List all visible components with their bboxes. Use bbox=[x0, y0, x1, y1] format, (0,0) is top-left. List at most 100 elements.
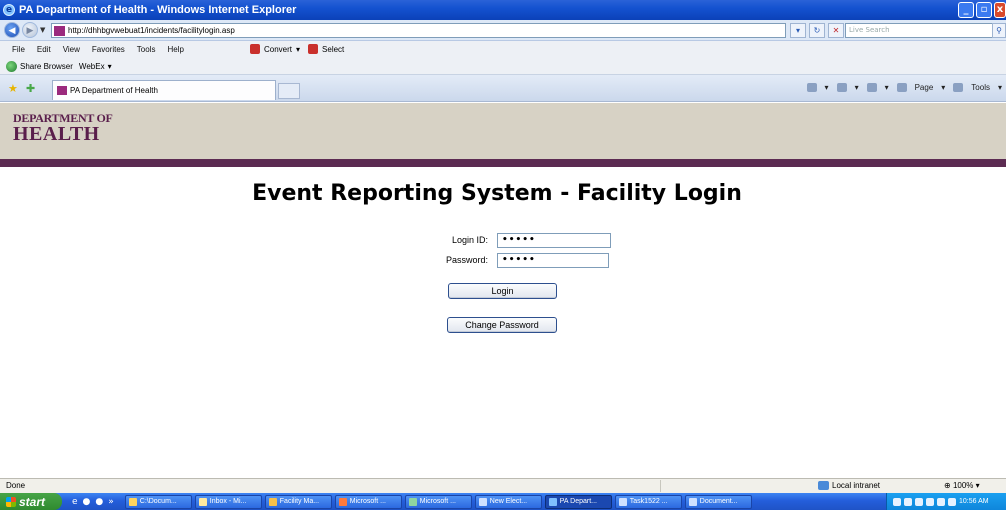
print-dropdown-icon[interactable]: ▾ bbox=[885, 83, 889, 92]
taskbar-item-microsoft-1[interactable]: Microsoft ... bbox=[334, 494, 402, 509]
word-icon bbox=[618, 497, 627, 506]
menu-edit[interactable]: Edit bbox=[37, 45, 51, 54]
ie-quicklaunch-icon[interactable]: e bbox=[72, 497, 78, 507]
password-row: Password: ••••• bbox=[0, 253, 1006, 269]
task-label: Microsoft ... bbox=[349, 497, 386, 505]
share-browser-icon bbox=[6, 60, 17, 72]
select-button[interactable]: Select bbox=[322, 45, 344, 54]
start-button[interactable]: start bbox=[0, 493, 62, 510]
access-icon bbox=[268, 497, 277, 506]
change-password-button[interactable]: Change Password bbox=[447, 317, 557, 333]
taskbar-item-microsoft-2[interactable]: Microsoft ... bbox=[404, 494, 472, 509]
taskbar-item-task1522[interactable]: Task1522 ... bbox=[614, 494, 682, 509]
tab-favicon-icon bbox=[57, 86, 67, 95]
forward-arrow-icon[interactable]: ▶ bbox=[22, 22, 38, 38]
tools-dropdown-icon[interactable]: ▾ bbox=[998, 83, 1002, 92]
share-browser-button[interactable]: Share Browser bbox=[6, 60, 73, 72]
page-dropdown-icon[interactable]: ▾ bbox=[941, 83, 945, 92]
taskbar-item-new-elect[interactable]: New Elect... bbox=[474, 494, 542, 509]
task-label: Microsoft ... bbox=[419, 497, 456, 505]
window-controls: _ ▫ x bbox=[958, 2, 1006, 18]
select-pdf-icon bbox=[308, 44, 319, 54]
favorites-star-icon[interactable]: ★ bbox=[8, 82, 18, 95]
tray-icon[interactable] bbox=[948, 497, 956, 506]
tray-icon[interactable] bbox=[926, 497, 934, 506]
search-icon[interactable]: ⚲ bbox=[992, 23, 1006, 38]
tray-icon[interactable] bbox=[893, 497, 901, 506]
window-title: PA Department of Health - Windows Intern… bbox=[19, 4, 297, 16]
tools-menu[interactable]: Tools bbox=[971, 83, 990, 92]
address-tools: ▾ ↻ ✕ bbox=[790, 23, 844, 38]
home-dropdown-icon[interactable]: ▾ bbox=[825, 83, 829, 92]
home-icon[interactable] bbox=[806, 83, 817, 92]
mail-icon bbox=[198, 497, 207, 506]
quick-launch: e ● ● » bbox=[72, 497, 114, 507]
close-button[interactable]: x bbox=[994, 2, 1006, 18]
address-dropdown-icon[interactable]: ▾ bbox=[790, 23, 806, 38]
webex-label: WebEx bbox=[78, 61, 105, 71]
minimize-button[interactable]: _ bbox=[958, 2, 974, 18]
security-zone[interactable]: Local intranet bbox=[818, 481, 880, 490]
refresh-icon[interactable]: ↻ bbox=[809, 23, 825, 38]
convert-dropdown-icon[interactable]: ▾ bbox=[296, 45, 300, 54]
page-menu[interactable]: Page bbox=[915, 83, 934, 92]
login-id-row: Login ID: ••••• bbox=[0, 233, 1006, 249]
taskbar-item-pa-depart[interactable]: PA Depart... bbox=[544, 494, 612, 509]
site-header: DEPARTMENT OF HEALTH bbox=[0, 103, 1006, 159]
task-label: Document... bbox=[699, 497, 738, 505]
stop-icon[interactable]: ✕ bbox=[828, 23, 844, 38]
search-input[interactable]: Live Search bbox=[845, 23, 995, 38]
share-browser-label: Share Browser bbox=[20, 61, 73, 71]
task-label: Facility Ma... bbox=[279, 497, 320, 505]
convert-button[interactable]: Convert bbox=[264, 45, 292, 54]
zoom-control[interactable]: ⊕ 100% ▾ bbox=[944, 481, 980, 490]
desktop-quicklaunch-icon[interactable]: ● bbox=[95, 497, 103, 507]
system-tray: 10:56 AM bbox=[886, 493, 1006, 510]
tab-pa-department-of-health[interactable]: PA Department of Health bbox=[52, 80, 276, 100]
zoom-dropdown-icon: ▾ bbox=[975, 481, 980, 490]
taskbar-item-explorer[interactable]: C:\Docum... bbox=[124, 494, 192, 509]
taskbar-item-document[interactable]: Document... bbox=[684, 494, 752, 509]
folder-icon bbox=[128, 497, 137, 506]
taskbar: start e ● ● » C:\Docum... Inbox - Mi... … bbox=[0, 493, 1006, 510]
clock[interactable]: 10:56 AM bbox=[959, 498, 989, 505]
menu-view[interactable]: View bbox=[63, 45, 80, 54]
tray-icon[interactable] bbox=[937, 497, 945, 506]
feeds-dropdown-icon[interactable]: ▾ bbox=[855, 83, 859, 92]
tray-icon[interactable] bbox=[915, 497, 923, 506]
command-bar: ▾ ▾ ▾ Page ▾ Tools ▾ bbox=[806, 83, 1002, 92]
ie-logo-icon: e bbox=[3, 4, 15, 16]
menu-tools[interactable]: Tools bbox=[137, 45, 156, 54]
department-of-health-logo: DEPARTMENT OF HEALTH bbox=[13, 112, 113, 144]
taskbar-item-inbox[interactable]: Inbox - Mi... bbox=[194, 494, 262, 509]
menu-help[interactable]: Help bbox=[167, 45, 183, 54]
tray-icon[interactable] bbox=[904, 497, 912, 506]
start-label: start bbox=[19, 494, 46, 509]
task-label: Task1522 ... bbox=[629, 497, 668, 505]
zoom-level: 100% bbox=[952, 481, 974, 490]
history-dropdown-icon[interactable]: ▼ bbox=[40, 26, 45, 34]
menu-file[interactable]: File bbox=[12, 45, 25, 54]
status-panes bbox=[660, 480, 810, 492]
feeds-icon[interactable] bbox=[836, 83, 847, 92]
page-title: Event Reporting System - Facility Login bbox=[252, 181, 742, 206]
status-text: Done bbox=[6, 481, 26, 490]
print-icon[interactable] bbox=[866, 83, 877, 92]
quicklaunch-more-icon[interactable]: » bbox=[108, 497, 114, 507]
maximize-button[interactable]: ▫ bbox=[976, 2, 992, 18]
outlook-quicklaunch-icon[interactable]: ● bbox=[83, 497, 91, 507]
menu-favorites[interactable]: Favorites bbox=[92, 45, 125, 54]
add-favorites-icon[interactable]: ✚ bbox=[26, 82, 35, 95]
convert-pdf-icon bbox=[250, 44, 260, 54]
address-input[interactable]: http://dhhbgvwebuat1/incidents/facilityl… bbox=[51, 23, 786, 38]
task-label: PA Depart... bbox=[559, 497, 598, 505]
webex-button[interactable]: WebEx ▾ bbox=[79, 62, 112, 71]
new-tab-button[interactable] bbox=[278, 83, 300, 99]
back-arrow-icon[interactable]: ◀ bbox=[4, 22, 20, 38]
webex-dropdown-icon: ▾ bbox=[107, 61, 112, 71]
taskbar-item-facility[interactable]: Facility Ma... bbox=[264, 494, 332, 509]
login-id-input[interactable]: ••••• bbox=[497, 233, 611, 248]
password-input[interactable]: ••••• bbox=[497, 253, 609, 268]
status-bar: Done Local intranet ⊕ 100% ▾ bbox=[0, 478, 1006, 493]
login-button[interactable]: Login bbox=[448, 283, 557, 299]
